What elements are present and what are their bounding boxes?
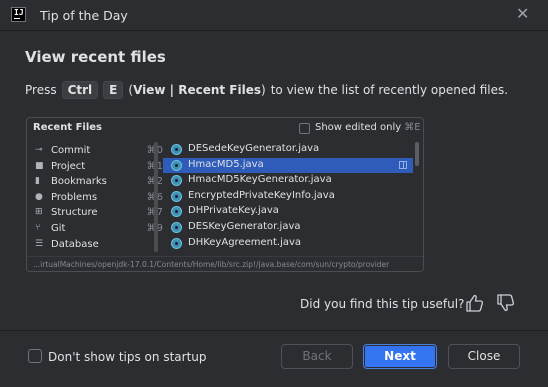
recent-file-list: DESedeKeyGenerator.java HmacMD5.java Hma… [163, 142, 413, 251]
list-item-label: Project [51, 160, 86, 172]
file-row: DESedeKeyGenerator.java [163, 142, 413, 158]
java-class-icon [171, 159, 182, 171]
list-item: ⊸ Commit ⌘0 [31, 144, 163, 160]
file-row-selected: HmacMD5.java [163, 157, 413, 174]
tip-heading: View recent files [25, 48, 166, 66]
list-item-label: Bookmarks [51, 176, 107, 188]
file-row: DHKeyAgreement.java [163, 236, 413, 252]
file-row: DESKeyGenerator.java [163, 220, 413, 236]
tip-description: Press Ctrl E (View | Recent Files) to vi… [25, 81, 508, 99]
list-item-label: Git [51, 222, 66, 234]
action-name: View | Recent Files [133, 83, 262, 97]
file-row: EncryptedPrivateKeyInfo.java [163, 189, 413, 205]
tool-window-list: ⊸ Commit ⌘0 ■ Project ⌘1 ▮ Bookmarks ⌘2 … [31, 144, 163, 253]
file-name: HmacMD5KeyGenerator.java [188, 174, 332, 186]
list-item: ⑂ Git ⌘9 [31, 222, 163, 238]
java-class-icon [171, 221, 182, 233]
list-item: ▮ Bookmarks ⌘2 [31, 175, 163, 191]
open-split-icon [399, 160, 407, 169]
file-name: DESedeKeyGenerator.java [188, 143, 320, 154]
list-item-label: Problems [51, 191, 98, 203]
file-name: DHKeyAgreement.java [188, 236, 302, 248]
show-edited-label: Show edited only ⌘E [315, 122, 421, 133]
action-text: (View | Recent Files) [128, 83, 265, 97]
recent-files-title: Recent Files [33, 122, 102, 133]
tip-illustration: Recent Files Show edited only ⌘E ⊸ Commit… [26, 117, 424, 272]
structure-icon: ⊞ [35, 207, 43, 218]
dont-show-label[interactable]: Don't show tips on startup [48, 350, 207, 364]
shortcut-key-ctrl: Ctrl [61, 81, 99, 99]
git-icon: ⑂ [35, 222, 41, 233]
list-item: ● Problems ⌘6 [31, 191, 163, 207]
list-item: ☰ Database [31, 238, 163, 254]
show-edited-checkbox [299, 123, 310, 134]
close-icon[interactable]: ✕ [516, 6, 530, 22]
title-bar: IJ Tip of the Day ✕ [0, 0, 548, 31]
file-name: DESKeyGenerator.java [188, 220, 301, 232]
thumbs-up-icon[interactable] [464, 292, 488, 314]
show-edited-text: Show edited only [315, 122, 402, 133]
java-class-icon [171, 206, 182, 218]
file-row: HmacMD5KeyGenerator.java [163, 173, 413, 189]
shortcut-key-e: E [103, 81, 124, 99]
tool-list-scrollbar [154, 142, 158, 252]
folder-icon: ■ [35, 160, 44, 171]
recent-files-header: Recent Files Show edited only ⌘E [27, 118, 423, 140]
list-item-label: Database [51, 238, 99, 250]
file-name: DHPrivateKey.java [188, 205, 279, 217]
file-name: HmacMD5.java [188, 158, 264, 170]
list-item: ⊞ Structure ⌘7 [31, 206, 163, 222]
paren-close: ) [261, 83, 266, 97]
show-edited-shortcut: ⌘E [404, 122, 421, 133]
java-class-icon [171, 190, 182, 202]
file-path: ...irtualMachines/openjdk-17.0.1/Content… [33, 260, 390, 269]
window-title: Tip of the Day [40, 8, 128, 23]
file-path-bar: ...irtualMachines/openjdk-17.0.1/Content… [27, 256, 423, 271]
java-class-icon [171, 175, 182, 187]
bookmark-icon: ▮ [35, 176, 40, 187]
java-class-icon [171, 237, 182, 249]
intellij-logo-icon: IJ [11, 7, 26, 22]
feedback-question: Did you find this tip useful? [300, 297, 465, 311]
next-button[interactable]: Next [363, 344, 437, 369]
thumbs-down-icon[interactable] [495, 292, 519, 314]
java-class-icon [171, 144, 182, 155]
commit-icon: ⊸ [35, 145, 43, 155]
file-row: DHPrivateKey.java [163, 204, 413, 220]
press-text: Press [25, 83, 57, 97]
problems-icon: ● [35, 191, 43, 202]
list-item-label: Commit [51, 145, 91, 156]
file-list-scrollbar [415, 142, 419, 166]
list-item-label: Structure [51, 207, 98, 219]
close-button[interactable]: Close [448, 344, 520, 369]
suffix-text: to view the list of recently opened file… [270, 83, 509, 97]
footer-divider [0, 330, 548, 331]
dont-show-checkbox[interactable] [28, 349, 42, 363]
file-name: EncryptedPrivateKeyInfo.java [188, 189, 335, 201]
back-button[interactable]: Back [281, 344, 353, 369]
list-item: ■ Project ⌘1 [31, 160, 163, 176]
database-icon: ☰ [35, 238, 44, 249]
